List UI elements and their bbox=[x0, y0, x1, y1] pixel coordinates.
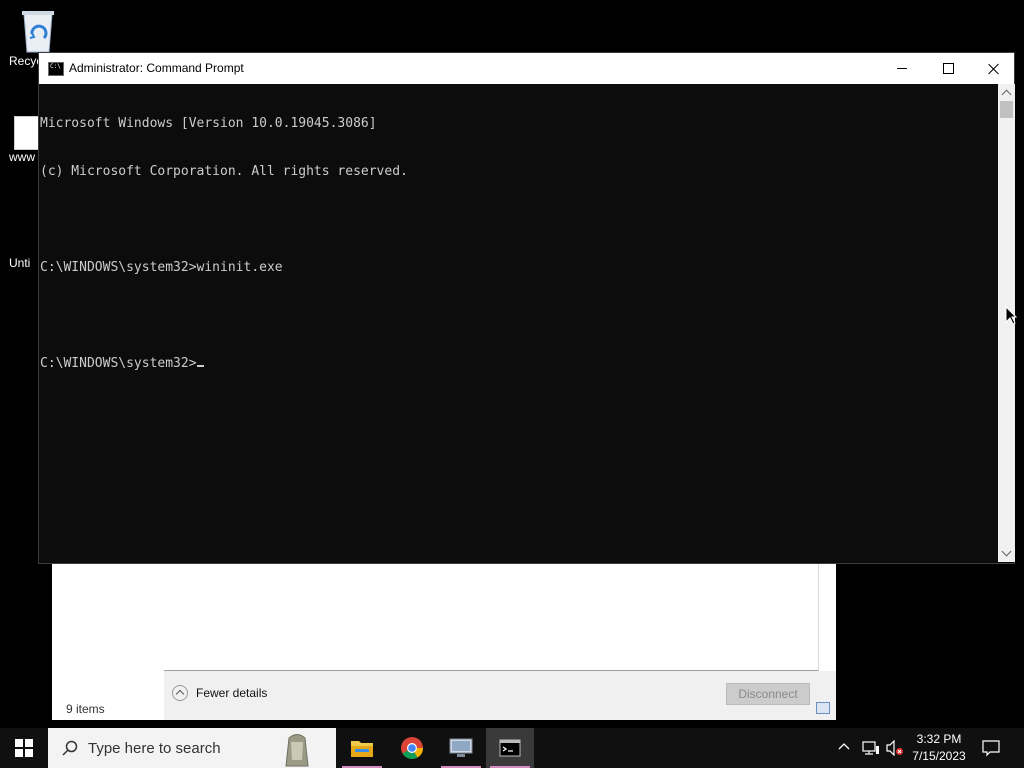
console-prompt-line[interactable]: C:\WINDOWS\system32> bbox=[40, 356, 998, 372]
chevron-up-icon bbox=[1001, 89, 1012, 100]
network-icon[interactable] bbox=[862, 740, 880, 756]
console-line: C:\WINDOWS\system32>wininit.exe bbox=[40, 260, 283, 275]
taskbar: Type here to search 3:32 PM 7/15/2023 bbox=[0, 728, 1024, 768]
console-line: Microsoft Windows [Version 10.0.19045.30… bbox=[40, 116, 377, 131]
chevron-down-icon bbox=[1001, 546, 1012, 557]
scroll-up-button[interactable] bbox=[998, 84, 1015, 101]
chrome-icon bbox=[401, 737, 423, 759]
taskbar-clock[interactable]: 3:32 PM 7/15/2023 bbox=[904, 731, 974, 765]
taskbar-remote-desktop[interactable] bbox=[437, 728, 485, 768]
remote-desktop-icon bbox=[449, 738, 473, 757]
show-hidden-icons-chevron-icon[interactable] bbox=[837, 740, 851, 754]
document-icon bbox=[14, 116, 40, 150]
taskbar-search-box[interactable]: Type here to search bbox=[48, 728, 336, 768]
console-output[interactable]: Microsoft Windows [Version 10.0.19045.30… bbox=[40, 84, 998, 562]
mouse-pointer-icon bbox=[1005, 305, 1018, 331]
taskbar-command-prompt[interactable] bbox=[486, 728, 534, 768]
minimize-icon bbox=[897, 68, 907, 69]
scrollbar-thumb[interactable] bbox=[1000, 101, 1013, 118]
command-prompt-icon bbox=[499, 739, 521, 757]
title-bar[interactable]: Administrator: Command Prompt bbox=[39, 53, 1014, 84]
recycle-bin-icon bbox=[18, 8, 58, 54]
close-icon bbox=[988, 63, 1000, 75]
maximize-icon bbox=[942, 63, 954, 74]
taskbar-chrome[interactable] bbox=[388, 728, 436, 768]
item-count: 9 items bbox=[66, 702, 105, 716]
window-title: Administrator: Command Prompt bbox=[69, 61, 244, 75]
taskbar-file-explorer[interactable] bbox=[338, 728, 386, 768]
fewer-details-toggle[interactable]: Fewer details bbox=[172, 685, 267, 701]
file-explorer-icon bbox=[351, 741, 373, 757]
windows-logo-icon bbox=[15, 739, 33, 757]
scroll-down-button[interactable] bbox=[998, 545, 1015, 562]
text-cursor bbox=[196, 365, 204, 367]
cmd-app-icon bbox=[48, 62, 64, 76]
details-footer: Fewer details Disconnect bbox=[164, 671, 836, 720]
explorer-nav-pane: 9 items bbox=[52, 562, 165, 720]
start-button[interactable] bbox=[0, 728, 48, 768]
fewer-details-label: Fewer details bbox=[196, 686, 268, 700]
view-toggle-icon[interactable] bbox=[816, 702, 830, 714]
volume-muted-icon[interactable] bbox=[886, 740, 904, 756]
action-center-icon[interactable] bbox=[982, 739, 1000, 757]
disconnect-button[interactable]: Disconnect bbox=[726, 683, 810, 705]
close-button[interactable] bbox=[971, 53, 1017, 84]
console-prompt: C:\WINDOWS\system32> bbox=[40, 356, 197, 371]
clock-date: 7/15/2023 bbox=[912, 749, 966, 763]
clock-time: 3:32 PM bbox=[916, 732, 962, 746]
console-line: (c) Microsoft Corporation. All rights re… bbox=[40, 164, 408, 179]
search-icon bbox=[62, 740, 78, 756]
search-placeholder: Type here to search bbox=[88, 740, 221, 757]
command-prompt-window[interactable]: Administrator: Command Prompt Microsoft … bbox=[38, 52, 1015, 564]
explorer-window: 9 items Fewer details Disconnect bbox=[52, 562, 836, 720]
explorer-content-pane bbox=[164, 562, 819, 671]
maximize-button[interactable] bbox=[925, 53, 971, 84]
chevron-up-icon bbox=[172, 685, 188, 701]
search-highlight-image bbox=[285, 734, 309, 767]
minimize-button[interactable] bbox=[879, 53, 925, 84]
